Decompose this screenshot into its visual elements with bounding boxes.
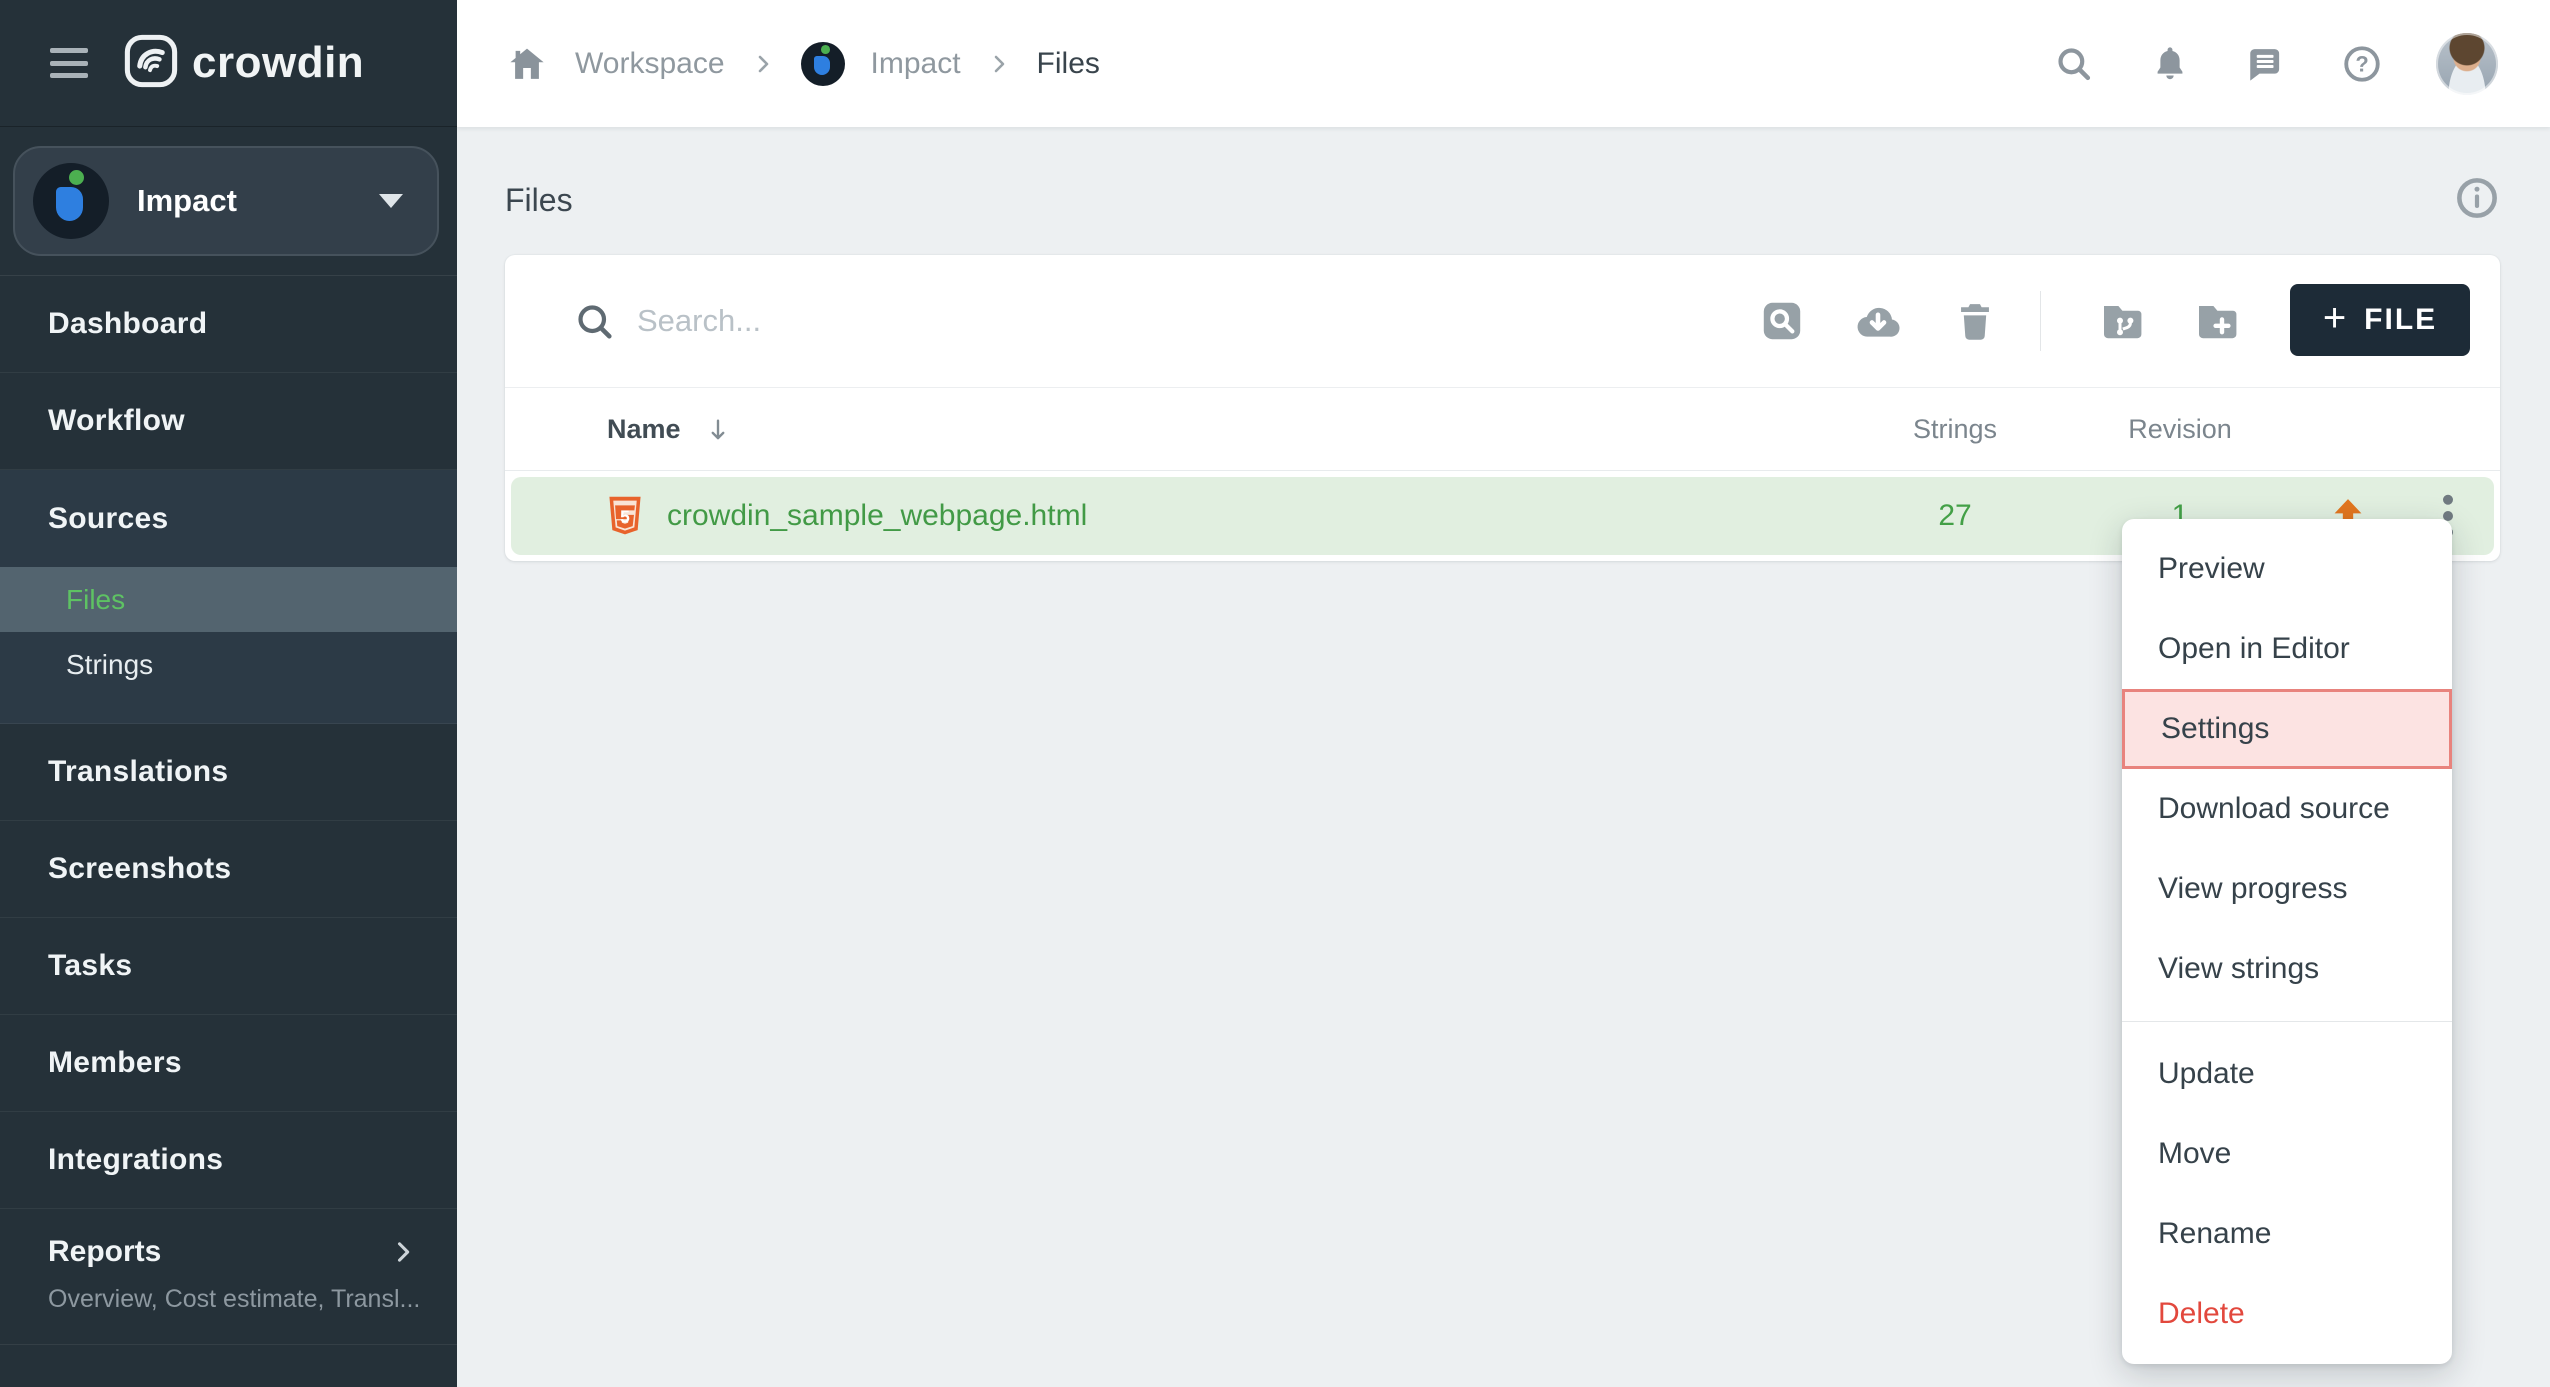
caret-down-icon	[379, 194, 403, 208]
sidebar-nav: Dashboard Workflow Sources Files Strings…	[0, 276, 457, 1345]
files-card: + FILE Name Strings Revision 5 crowdin_s…	[505, 255, 2500, 561]
topbar-actions: ?	[2052, 33, 2550, 95]
sidebar-item-members[interactable]: Members	[0, 1015, 457, 1112]
sidebar-item-reports[interactable]: Reports Overview, Cost estimate, Transl.…	[0, 1209, 457, 1345]
sidebar: crowdin Impact Dashboard Workflow Source…	[0, 0, 457, 1387]
toolbar-divider	[2040, 291, 2041, 351]
notifications-bell-icon[interactable]	[2148, 42, 2192, 86]
sidebar-item-translations[interactable]: Translations	[0, 724, 457, 821]
project-selector[interactable]: Impact	[13, 146, 439, 256]
sidebar-item-dashboard[interactable]: Dashboard	[0, 276, 457, 373]
search-input[interactable]	[637, 287, 1537, 355]
column-header-name[interactable]: Name	[607, 414, 681, 445]
svg-text:5: 5	[620, 506, 630, 526]
html5-file-icon: 5	[603, 494, 647, 543]
sidebar-item-workflow[interactable]: Workflow	[0, 373, 457, 470]
crowdin-logo-text: crowdin	[192, 38, 364, 88]
breadcrumb-project[interactable]: Impact	[871, 47, 961, 81]
search-icon[interactable]	[2052, 42, 2096, 86]
svg-text:?: ?	[2355, 51, 2368, 76]
hamburger-menu-icon[interactable]	[50, 48, 88, 78]
file-name[interactable]: crowdin_sample_webpage.html	[667, 477, 1087, 555]
sort-descending-icon[interactable]	[703, 415, 733, 445]
download-icon[interactable]	[1852, 295, 1904, 347]
project-avatar	[33, 163, 109, 239]
trash-icon[interactable]	[1949, 295, 2001, 347]
sidebar-item-tasks[interactable]: Tasks	[0, 918, 457, 1015]
sidebar-item-integrations[interactable]: Integrations	[0, 1112, 457, 1209]
menu-divider	[2122, 1021, 2452, 1022]
info-icon[interactable]	[2454, 175, 2500, 226]
table-header: Name Strings Revision	[505, 388, 2500, 471]
add-file-button-label: FILE	[2364, 303, 2437, 337]
home-icon[interactable]	[505, 42, 549, 86]
topbar: Workspace Impact Files ?	[457, 0, 2550, 127]
chevron-right-icon	[751, 52, 775, 76]
add-folder-icon[interactable]	[2191, 295, 2243, 347]
crowdin-logo-icon	[124, 34, 178, 93]
files-toolbar: + FILE	[505, 255, 2500, 388]
menu-item-rename[interactable]: Rename	[2122, 1194, 2452, 1274]
plus-icon: +	[2323, 298, 2348, 338]
sidebar-sources-block: Sources Files Strings	[0, 470, 457, 724]
chevron-right-icon	[987, 52, 1011, 76]
sidebar-item-screenshots[interactable]: Screenshots	[0, 821, 457, 918]
sidebar-item-strings[interactable]: Strings	[0, 632, 457, 697]
menu-item-download-source[interactable]: Download source	[2122, 769, 2452, 849]
reports-label: Reports	[48, 1235, 161, 1269]
add-file-button[interactable]: + FILE	[2290, 284, 2470, 356]
breadcrumb-workspace[interactable]: Workspace	[575, 47, 725, 81]
reports-subtitle: Overview, Cost estimate, Transl...	[48, 1285, 417, 1314]
column-header-strings[interactable]: Strings	[1855, 388, 2055, 471]
search-icon	[573, 300, 617, 349]
file-strings-count: 27	[1855, 477, 2055, 555]
page-title: Files	[505, 182, 573, 219]
project-selector-zone: Impact	[0, 127, 457, 276]
sidebar-item-files[interactable]: Files	[0, 567, 457, 632]
help-icon[interactable]: ?	[2340, 42, 2384, 86]
menu-item-view-strings[interactable]: View strings	[2122, 929, 2452, 1009]
preview-file-icon[interactable]	[1756, 295, 1808, 347]
menu-item-update[interactable]: Update	[2122, 1034, 2452, 1114]
column-header-revision[interactable]: Revision	[2080, 388, 2280, 471]
user-avatar[interactable]	[2436, 33, 2498, 95]
project-name: Impact	[137, 183, 237, 219]
menu-item-delete[interactable]: Delete	[2122, 1274, 2452, 1354]
sidebar-item-sources[interactable]: Sources	[0, 470, 457, 567]
messages-icon[interactable]	[2244, 42, 2288, 86]
menu-item-settings[interactable]: Settings	[2122, 689, 2452, 769]
breadcrumb: Workspace Impact Files	[457, 42, 1100, 86]
breadcrumb-project-avatar	[801, 42, 845, 86]
menu-item-open-in-editor[interactable]: Open in Editor	[2122, 609, 2452, 689]
menu-item-view-progress[interactable]: View progress	[2122, 849, 2452, 929]
breadcrumb-current: Files	[1037, 47, 1100, 81]
menu-item-preview[interactable]: Preview	[2122, 529, 2452, 609]
chevron-right-icon	[389, 1238, 417, 1266]
menu-item-move[interactable]: Move	[2122, 1114, 2452, 1194]
page-header: Files	[505, 168, 2500, 232]
branch-folder-icon[interactable]	[2096, 295, 2148, 347]
file-context-menu: Preview Open in Editor Settings Download…	[2122, 519, 2452, 1364]
sidebar-logo-row: crowdin	[0, 0, 457, 127]
